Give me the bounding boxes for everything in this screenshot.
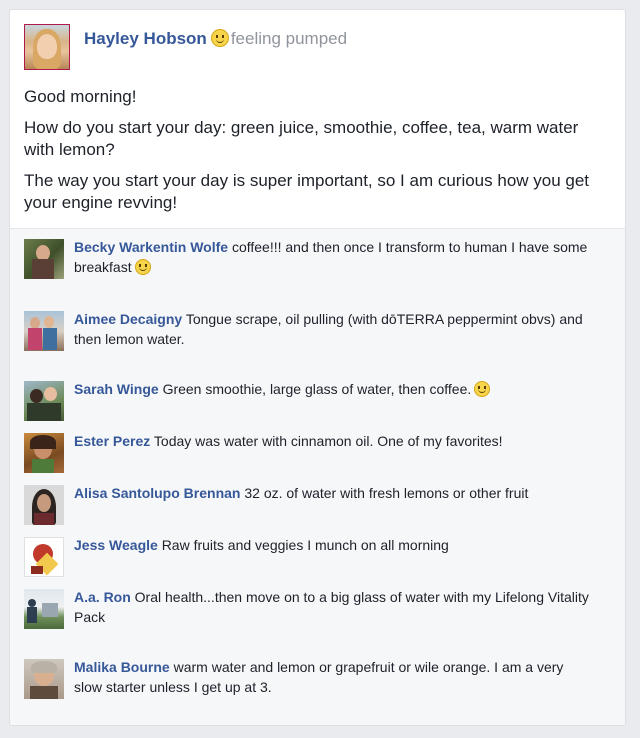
comment-text: Today was water with cinnamon oil. One o…: [153, 433, 503, 449]
comment: Ester Perez Today was water with cinnamo…: [24, 433, 595, 473]
commenter-name[interactable]: Malika Bourne: [74, 659, 170, 675]
avatar[interactable]: [24, 537, 64, 577]
comment: A.a. Ron Oral health...then move on to a…: [24, 589, 595, 629]
author-avatar[interactable]: [24, 24, 70, 70]
avatar[interactable]: [24, 485, 64, 525]
commenter-name[interactable]: Alisa Santolupo Brennan: [74, 485, 240, 501]
commenter-name[interactable]: A.a. Ron: [74, 589, 131, 605]
comment: Sarah Winge Green smoothie, large glass …: [24, 381, 595, 421]
smiley-icon: [474, 381, 491, 397]
comment: Alisa Santolupo Brennan 32 oz. of water …: [24, 485, 595, 525]
smiley-icon: [134, 259, 151, 275]
comment-text: Raw fruits and veggies I munch on all mo…: [161, 537, 449, 553]
comment-body: A.a. Ron Oral health...then move on to a…: [74, 587, 595, 629]
commenter-name[interactable]: Ester Perez: [74, 433, 150, 449]
comment-body: Becky Warkentin Wolfe coffee!!! and then…: [74, 237, 595, 279]
avatar[interactable]: [24, 381, 64, 421]
comment-body: Malika Bourne warm water and lemon or gr…: [74, 657, 595, 699]
avatar[interactable]: [24, 433, 64, 473]
comment: Aimee Decaigny Tongue scrape, oil pullin…: [24, 311, 595, 351]
feeling-status: feeling pumped: [230, 29, 348, 48]
smiley-icon: [210, 29, 229, 47]
commenter-name[interactable]: Aimee Decaigny: [74, 311, 182, 327]
comment-body: Sarah Winge Green smoothie, large glass …: [74, 379, 491, 421]
avatar[interactable]: [24, 659, 64, 699]
commenter-name[interactable]: Jess Weagle: [74, 537, 158, 553]
post: Hayley Hobson feeling pumped Good morning…: [10, 10, 625, 229]
comment-text: 32 oz. of water with fresh lemons or oth…: [244, 485, 529, 501]
post-header-text: Hayley Hobson feeling pumped: [84, 29, 347, 49]
post-paragraph: The way you start your day is super impo…: [24, 171, 590, 212]
author-name[interactable]: Hayley Hobson: [84, 29, 207, 48]
commenter-name[interactable]: Sarah Winge: [74, 381, 159, 397]
comment: Malika Bourne warm water and lemon or gr…: [24, 659, 595, 699]
post-paragraph: Good morning!: [24, 87, 137, 106]
post-body: Good morning! How do you start your day:…: [24, 86, 611, 214]
post-paragraph: How do you start your day: green juice, …: [24, 118, 579, 159]
avatar[interactable]: [24, 589, 64, 629]
comment: Becky Warkentin Wolfe coffee!!! and then…: [24, 239, 595, 279]
comment-text: Oral health...then move on to a big glas…: [74, 589, 589, 625]
post-card: Hayley Hobson feeling pumped Good morning…: [9, 9, 626, 726]
comment-body: Ester Perez Today was water with cinnamo…: [74, 431, 503, 473]
commenter-name[interactable]: Becky Warkentin Wolfe: [74, 239, 228, 255]
comment: Jess Weagle Raw fruits and veggies I mun…: [24, 537, 595, 577]
avatar[interactable]: [24, 239, 64, 279]
post-header: Hayley Hobson feeling pumped: [24, 24, 611, 70]
comment-text: Green smoothie, large glass of water, th…: [162, 381, 472, 397]
comment-body: Jess Weagle Raw fruits and veggies I mun…: [74, 535, 449, 577]
comment-body: Aimee Decaigny Tongue scrape, oil pullin…: [74, 309, 595, 351]
comments-section: Becky Warkentin Wolfe coffee!!! and then…: [10, 228, 625, 725]
comment-body: Alisa Santolupo Brennan 32 oz. of water …: [74, 483, 528, 525]
avatar[interactable]: [24, 311, 64, 351]
